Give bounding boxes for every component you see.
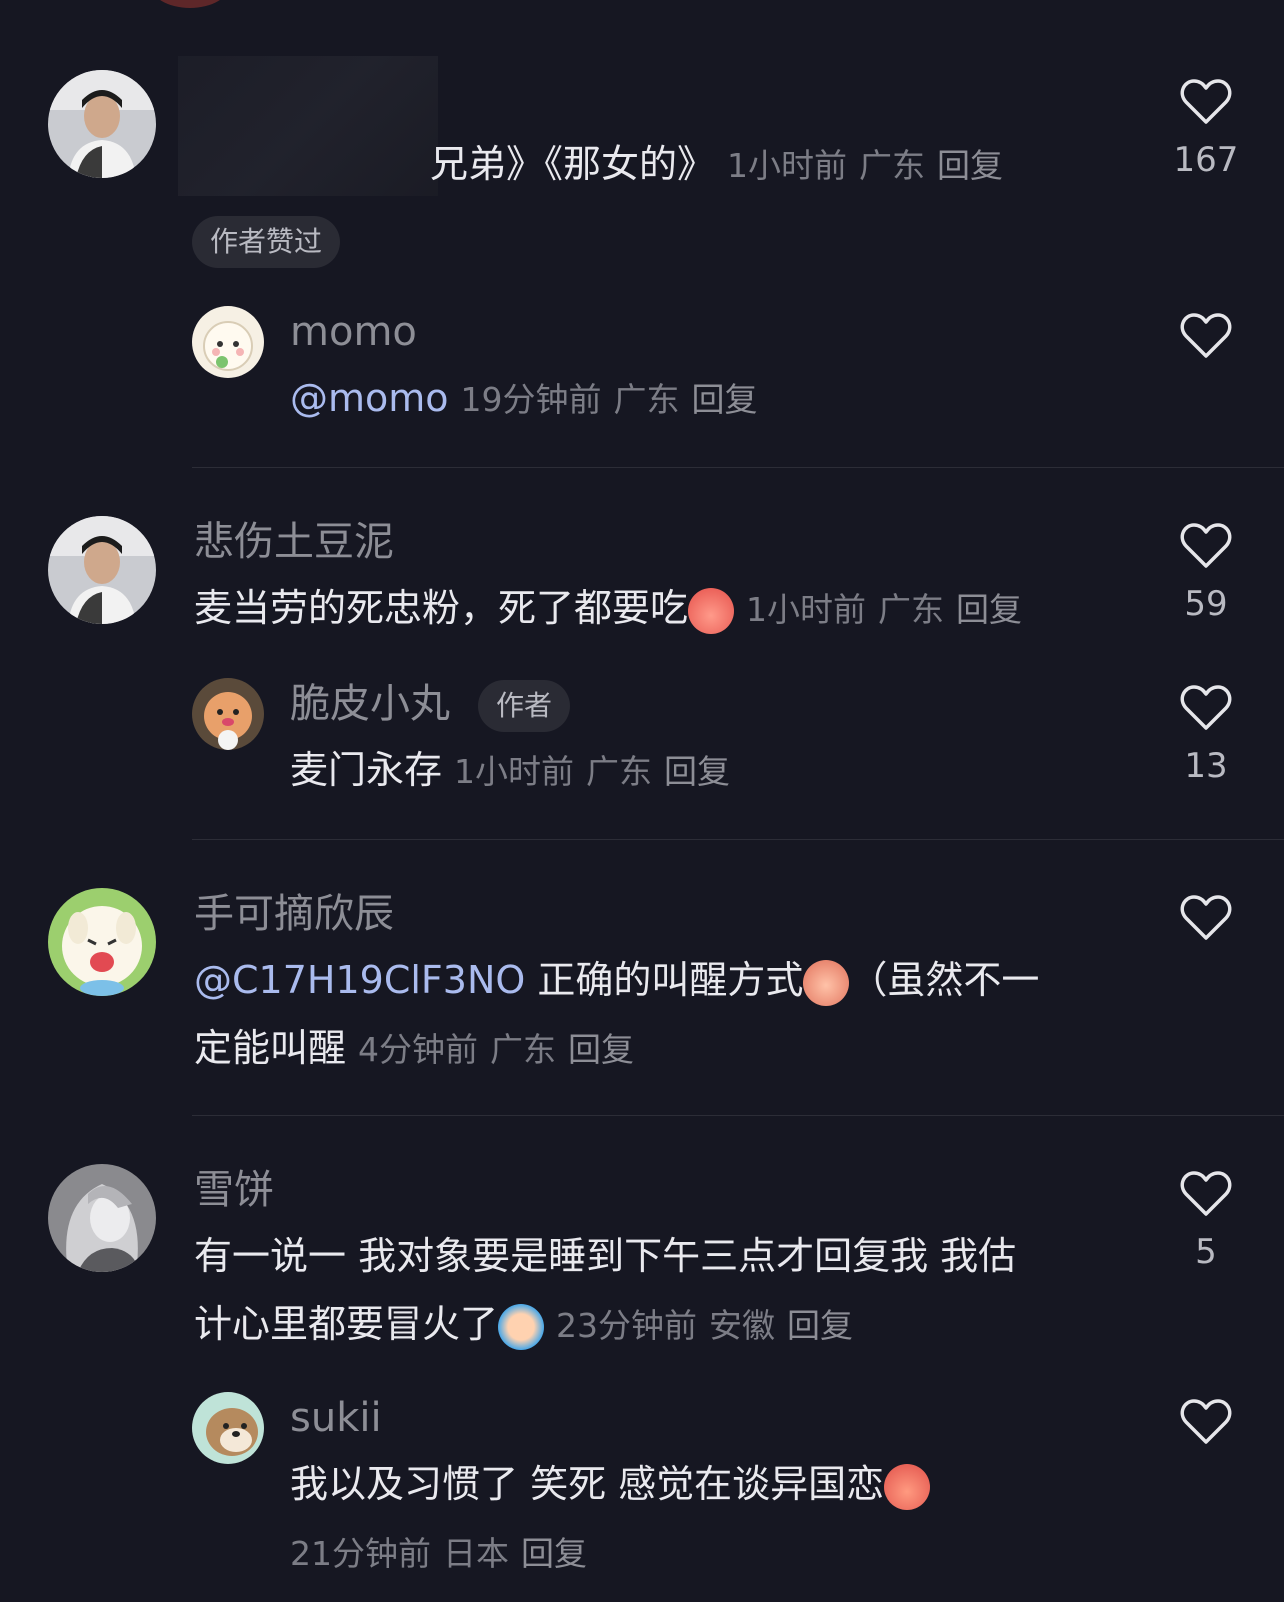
comment-time: 19分钟前 xyxy=(460,380,602,419)
comment-time: 1小时前 xyxy=(454,752,575,791)
like-button[interactable]: 13 xyxy=(1166,684,1246,788)
like-count: 5 xyxy=(1195,1232,1217,1272)
like-button[interactable]: 167 xyxy=(1166,78,1246,182)
comment-text-content: 定能叫醒 xyxy=(194,1026,347,1070)
comment-location: 广东 xyxy=(613,380,680,419)
comment-location: 广东 xyxy=(490,1030,557,1069)
reply-text: 麦门永存 1小时前 广东 回复 xyxy=(290,738,730,804)
divider xyxy=(192,467,1284,468)
author-badge: 作者 xyxy=(478,680,571,732)
comment-text-line1: @C17H19ClF3NO 正确的叫醒方式 （虽然不一 xyxy=(194,948,1039,1012)
username[interactable]: 雪饼 xyxy=(194,1166,274,1214)
heart-outline-icon xyxy=(1180,79,1232,124)
comment-text-tail: （虽然不一 xyxy=(849,958,1040,1002)
divider xyxy=(192,1115,1284,1116)
comment-time: 21分钟前 xyxy=(290,1534,431,1573)
avatar[interactable] xyxy=(48,516,156,624)
like-count: 59 xyxy=(1184,584,1228,624)
username[interactable]: momo xyxy=(290,308,417,356)
username[interactable]: sukii xyxy=(290,1394,382,1442)
reply-text: 我以及习惯了 笑死 感觉在谈异国恋 xyxy=(290,1452,931,1516)
mention-link[interactable]: @C17H19ClF3NO xyxy=(194,958,525,1002)
praying-hands-emoji xyxy=(884,1463,931,1510)
comment-text-content: 计心里都要冒火了 xyxy=(194,1302,499,1346)
username[interactable]: 手可摘欣辰 xyxy=(194,890,394,938)
avatar[interactable] xyxy=(48,888,156,996)
heart-outline-icon xyxy=(1180,895,1232,940)
reply-button[interactable]: 回复 xyxy=(568,1030,634,1069)
comment-text-content: 有一说一 我对象要是睡到下午三点才回复我 我估 xyxy=(194,1234,1017,1278)
comment-location: 广东 xyxy=(586,752,653,791)
comment-text-line2: 定能叫醒 4分钟前 广东 回复 xyxy=(194,1016,634,1082)
like-button[interactable] xyxy=(1166,312,1246,360)
mention-link[interactable]: @momo xyxy=(290,376,449,420)
like-count: 13 xyxy=(1184,746,1228,786)
heart-outline-icon xyxy=(1180,1399,1232,1444)
like-button[interactable]: 5 xyxy=(1166,1170,1246,1274)
avatar[interactable] xyxy=(192,306,264,378)
like-button[interactable] xyxy=(1166,1398,1246,1446)
comment-text: 兄弟》《那女的》 1小时前 广东 回复 xyxy=(430,132,1003,198)
username[interactable]: 脆皮小丸 xyxy=(290,680,450,728)
heart-outline-icon xyxy=(1180,1171,1232,1216)
reply-text-content: 我以及习惯了 笑死 感觉在谈异国恋 xyxy=(290,1462,885,1506)
divider xyxy=(192,839,1284,840)
avatar[interactable] xyxy=(48,70,156,178)
avatar[interactable] xyxy=(48,1164,156,1272)
comment-time: 23分钟前 xyxy=(556,1306,698,1345)
partial-avatar xyxy=(150,0,230,8)
author-liked-badge: 作者赞过 xyxy=(192,216,341,268)
reply-button[interactable]: 回复 xyxy=(937,146,1003,185)
comment-time: 4分钟前 xyxy=(358,1030,479,1069)
comment-location: 广东 xyxy=(878,590,945,629)
heart-outline-icon xyxy=(1180,313,1232,358)
blurred-text-area xyxy=(178,56,438,196)
heart-outline-icon xyxy=(1180,685,1232,730)
reply-button[interactable]: 回复 xyxy=(692,380,758,419)
reply-button[interactable]: 回复 xyxy=(521,1534,587,1573)
reply-button[interactable]: 回复 xyxy=(787,1306,853,1345)
comment-text-content: 麦当劳的死忠粉，死了都要吃 xyxy=(194,586,689,630)
reply-text-content: 麦门永存 xyxy=(290,748,443,792)
username[interactable]: 悲伤土豆泥 xyxy=(194,518,394,566)
avatar[interactable] xyxy=(192,1392,264,1464)
heart-outline-icon xyxy=(1180,523,1232,568)
praying-emoji xyxy=(803,959,850,1006)
comment-time: 1小时前 xyxy=(727,146,848,185)
like-count: 167 xyxy=(1173,140,1239,180)
comment-location: 安徽 xyxy=(709,1306,776,1345)
comment-text-content: 兄弟》《那女的》 xyxy=(430,142,716,186)
comment-time: 1小时前 xyxy=(746,590,867,629)
like-button[interactable]: 59 xyxy=(1166,522,1246,626)
comment-text-content: 正确的叫醒方式 xyxy=(525,958,804,1002)
like-button[interactable] xyxy=(1166,894,1246,942)
reply-button[interactable]: 回复 xyxy=(664,752,730,791)
crying-emoji xyxy=(498,1303,545,1350)
reply-button[interactable]: 回复 xyxy=(956,590,1022,629)
comment-location: 日本 xyxy=(443,1534,509,1573)
comment-text-line2: 计心里都要冒火了 23分钟前 安徽 回复 xyxy=(194,1292,853,1358)
thumbs-up-emoji xyxy=(688,587,735,634)
comment-location: 广东 xyxy=(859,146,926,185)
comment-text: 麦当劳的死忠粉，死了都要吃 1小时前 广东 回复 xyxy=(194,576,1022,642)
avatar[interactable] xyxy=(192,678,264,750)
comment-text-line1: 有一说一 我对象要是睡到下午三点才回复我 我估 xyxy=(194,1224,1016,1288)
reply-meta: 21分钟前 日本 回复 xyxy=(278,1520,587,1586)
reply-text: @momo 19分钟前 广东 回复 xyxy=(290,366,758,432)
